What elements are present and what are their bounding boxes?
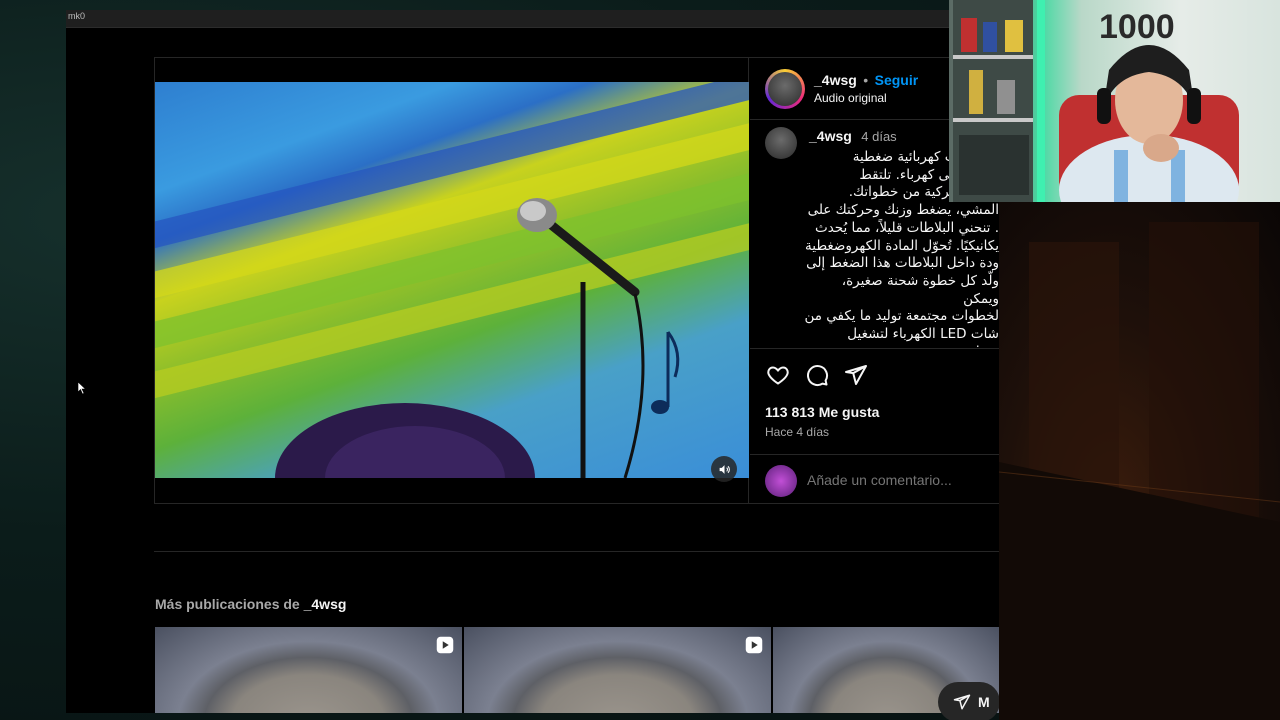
separator-dot: • [863, 72, 869, 88]
current-user-avatar[interactable] [765, 465, 797, 497]
section-divider [154, 551, 1000, 552]
webcam-overlay: 1000 [949, 0, 1280, 202]
caption-header: _4wsg 4 días [809, 128, 897, 146]
streamer-scene: 1000 [953, 0, 1239, 202]
follow-button[interactable]: Seguir [875, 72, 919, 88]
heart-icon[interactable] [765, 363, 791, 387]
posted-ago: Hace 4 días [765, 425, 830, 439]
room-scene [999, 222, 1280, 720]
post-thumbnail[interactable] [464, 627, 771, 713]
likes-count[interactable]: 113 813 Me gusta [765, 404, 879, 420]
audio-label[interactable]: Audio original [814, 91, 887, 105]
mute-button[interactable] [711, 456, 737, 482]
send-icon[interactable] [843, 363, 869, 387]
browser-window: mk0 _4wsg • Seguir Audio original _4wsg … [66, 10, 1000, 713]
instagram-post: _4wsg • Seguir Audio original _4wsg 4 dí… [154, 57, 1000, 504]
reel-play-icon [745, 636, 763, 654]
header-line: _4wsg • Seguir [814, 72, 918, 90]
comment-box [750, 454, 1000, 503]
caption-age: 4 días [861, 129, 897, 144]
post-username[interactable]: _4wsg [814, 72, 857, 88]
more-posts-prefix: Más publicaciones de [155, 596, 304, 612]
post-media[interactable] [155, 58, 749, 503]
mouse-cursor-icon [78, 382, 86, 394]
post-thumbnail[interactable] [155, 627, 462, 713]
more-posts-username[interactable]: _4wsg [304, 596, 347, 612]
window-titlebar: mk0 [66, 10, 1000, 28]
story-ring[interactable] [765, 69, 805, 109]
caption-username[interactable]: _4wsg [809, 128, 852, 144]
messages-button[interactable]: M [938, 682, 1000, 720]
comment-input[interactable] [807, 469, 987, 491]
avatar[interactable] [768, 72, 802, 106]
desktop-background: mk0 _4wsg • Seguir Audio original _4wsg … [0, 0, 1280, 720]
speaker-icon [719, 464, 730, 474]
microphone-scene [275, 198, 680, 478]
messages-label: M [978, 694, 990, 710]
comment-icon[interactable] [804, 363, 830, 387]
reel-play-icon [436, 636, 454, 654]
room-background [999, 202, 1280, 720]
more-posts-heading: Más publicaciones de _4wsg [155, 596, 346, 612]
svg-text:1000: 1000 [1099, 8, 1175, 46]
window-title: mk0 [68, 11, 86, 21]
send-icon [953, 694, 971, 710]
video-frame[interactable] [155, 82, 749, 478]
caption-avatar[interactable] [765, 127, 797, 159]
